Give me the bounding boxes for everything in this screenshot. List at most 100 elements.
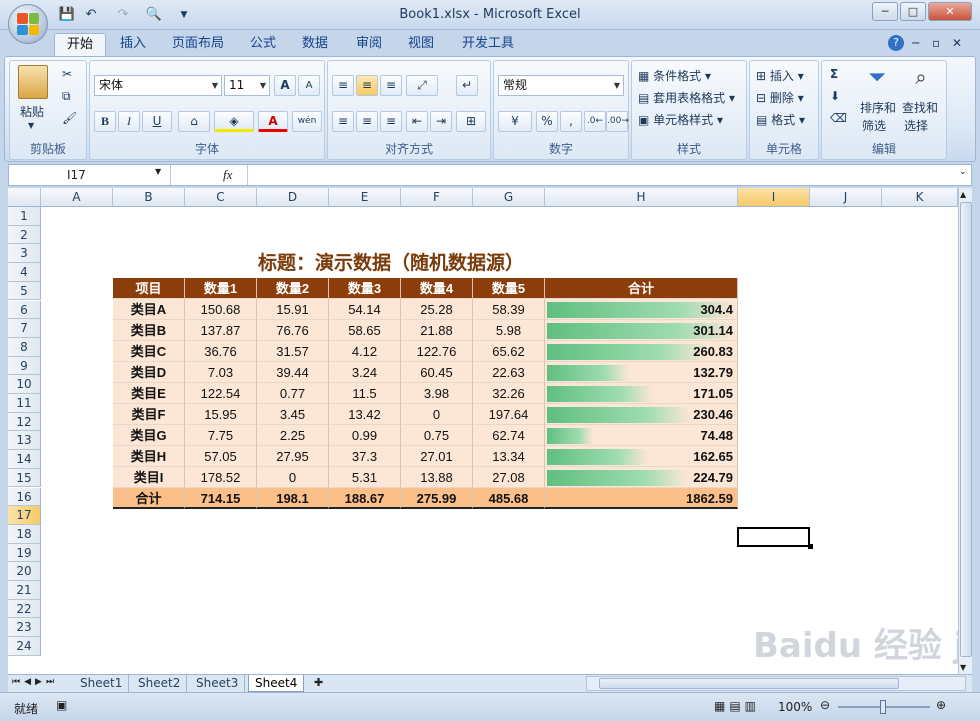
increase-indent-icon[interactable]: ⇥ xyxy=(430,111,452,132)
table-cell[interactable]: 31.57 xyxy=(257,341,329,362)
table-cell[interactable]: 11.5 xyxy=(329,383,401,404)
table-header-cell[interactable]: 数量3 xyxy=(329,278,401,299)
tab-view[interactable]: 视图 xyxy=(396,33,446,57)
table-row-label[interactable]: 类目I xyxy=(113,467,185,488)
table-cell[interactable]: 58.65 xyxy=(329,320,401,341)
table-row-label[interactable]: 类目F xyxy=(113,404,185,425)
minimize-button[interactable]: ─ xyxy=(872,2,898,21)
totals-cell[interactable]: 485.68 xyxy=(473,488,545,509)
sheet-tab-sheet2[interactable]: Sheet2 xyxy=(132,675,188,692)
table-cell[interactable]: 122.54 xyxy=(185,383,257,404)
italic-button[interactable]: I xyxy=(118,111,140,132)
total-cell[interactable]: 230.46 xyxy=(545,404,738,425)
close-button[interactable]: ✕ xyxy=(928,2,972,21)
table-cell[interactable]: 22.63 xyxy=(473,362,545,383)
total-cell[interactable]: 74.48 xyxy=(545,425,738,446)
row-header-4[interactable]: 4 xyxy=(8,263,41,282)
row-header-11[interactable]: 11 xyxy=(8,394,41,413)
find-select-label[interactable]: 查找和 xyxy=(902,99,938,116)
scroll-thumb[interactable] xyxy=(960,202,972,657)
row-header-21[interactable]: 21 xyxy=(8,581,41,600)
currency-icon[interactable]: ¥ xyxy=(498,111,532,132)
merge-center-icon[interactable]: ⊞ xyxy=(456,111,486,132)
total-cell[interactable]: 162.65 xyxy=(545,446,738,467)
name-box-dropdown-icon[interactable]: ▼ xyxy=(155,167,161,176)
tab-data[interactable]: 数据 xyxy=(290,33,340,57)
totals-cell[interactable]: 198.1 xyxy=(257,488,329,509)
table-cell[interactable]: 27.08 xyxy=(473,467,545,488)
table-cell[interactable]: 5.31 xyxy=(329,467,401,488)
table-row-label[interactable]: 类目B xyxy=(113,320,185,341)
table-cell[interactable]: 36.76 xyxy=(185,341,257,362)
table-header-cell[interactable]: 项目 xyxy=(113,278,185,299)
sort-filter-label[interactable]: 排序和 xyxy=(860,99,896,116)
formula-input[interactable] xyxy=(247,165,959,185)
increase-decimal-icon[interactable]: .0← xyxy=(584,111,606,132)
table-cell[interactable]: 62.74 xyxy=(473,425,545,446)
table-row-label[interactable]: 类目H xyxy=(113,446,185,467)
conditional-format-button[interactable]: ▦ 条件格式 ▾ xyxy=(638,67,711,84)
row-header-12[interactable]: 12 xyxy=(8,412,41,432)
table-cell[interactable]: 2.25 xyxy=(257,425,329,446)
doc-restore-button[interactable]: ▫ xyxy=(932,36,940,50)
totals-cell[interactable]: 714.15 xyxy=(185,488,257,509)
table-cell[interactable]: 7.03 xyxy=(185,362,257,383)
decrease-indent-icon[interactable]: ⇤ xyxy=(406,111,428,132)
tab-page-layout[interactable]: 页面布局 xyxy=(160,33,236,57)
row-header-1[interactable]: 1 xyxy=(8,207,41,226)
borders-icon[interactable]: ⌂ xyxy=(178,111,210,132)
row-header-10[interactable]: 10 xyxy=(8,375,41,394)
insert-cells-button[interactable]: ⊞ 插入 ▾ xyxy=(756,67,804,84)
column-header-f[interactable]: F xyxy=(401,188,473,207)
column-header-j[interactable]: J xyxy=(810,188,882,207)
table-row-label[interactable]: 类目C xyxy=(113,341,185,362)
sort-filter-label-2[interactable]: 筛选 xyxy=(862,117,886,134)
total-cell[interactable]: 224.79 xyxy=(545,467,738,488)
totals-cell[interactable]: 275.99 xyxy=(401,488,473,509)
column-header-b[interactable]: B xyxy=(113,188,185,207)
copy-icon[interactable]: ⧉ xyxy=(62,89,71,104)
comma-button[interactable]: , xyxy=(560,111,582,132)
row-header-7[interactable]: 7 xyxy=(8,319,41,338)
table-cell[interactable]: 3.24 xyxy=(329,362,401,383)
tab-formulas[interactable]: 公式 xyxy=(238,33,288,57)
table-cell[interactable]: 150.68 xyxy=(185,299,257,320)
column-header-i[interactable]: I xyxy=(738,188,810,207)
row-header-9[interactable]: 9 xyxy=(8,356,41,376)
underline-button[interactable]: U xyxy=(142,111,172,132)
table-header-cell[interactable]: 数量1 xyxy=(185,278,257,299)
table-cell[interactable]: 7.75 xyxy=(185,425,257,446)
format-cells-button[interactable]: ▤ 格式 ▾ xyxy=(756,111,805,128)
table-cell[interactable]: 3.98 xyxy=(401,383,473,404)
delete-cells-button[interactable]: ⊟ 删除 ▾ xyxy=(756,89,804,106)
insert-sheet-icon[interactable]: ✚ xyxy=(314,676,323,689)
doc-close-button[interactable]: ✕ xyxy=(952,36,962,50)
table-cell[interactable]: 13.34 xyxy=(473,446,545,467)
sheet-tab-sheet1[interactable]: Sheet1 xyxy=(74,675,130,692)
table-cell[interactable]: 0 xyxy=(401,404,473,425)
binoculars-icon[interactable]: ⌕ xyxy=(908,65,934,93)
row-header-19[interactable]: 19 xyxy=(8,543,41,563)
table-cell[interactable]: 197.64 xyxy=(473,404,545,425)
sort-filter-icon[interactable]: ⏷ xyxy=(864,65,890,93)
help-icon[interactable]: ? xyxy=(888,35,904,51)
sheet-tab-sheet4[interactable]: Sheet4 xyxy=(248,675,305,692)
name-box[interactable]: I17 xyxy=(9,165,171,185)
sheet-tab-sheet3[interactable]: Sheet3 xyxy=(190,675,246,692)
total-cell[interactable]: 132.79 xyxy=(545,362,738,383)
fill-handle[interactable] xyxy=(808,544,813,549)
table-row-label[interactable]: 类目E xyxy=(113,383,185,404)
row-header-6[interactable]: 6 xyxy=(8,300,41,320)
row-header-5[interactable]: 5 xyxy=(8,281,41,301)
table-cell[interactable]: 4.12 xyxy=(329,341,401,362)
table-cell[interactable]: 32.26 xyxy=(473,383,545,404)
insert-function-button[interactable]: fx xyxy=(223,167,232,183)
autosum-button[interactable]: Σ xyxy=(830,67,838,81)
align-middle-icon[interactable]: ≡ xyxy=(356,75,378,96)
table-cell[interactable]: 0.75 xyxy=(401,425,473,446)
row-header-2[interactable]: 2 xyxy=(8,225,41,245)
table-header-cell[interactable]: 数量2 xyxy=(257,278,329,299)
table-cell[interactable]: 3.45 xyxy=(257,404,329,425)
tab-developer[interactable]: 开发工具 xyxy=(450,33,526,57)
paste-button[interactable]: 粘贴 xyxy=(20,103,44,120)
